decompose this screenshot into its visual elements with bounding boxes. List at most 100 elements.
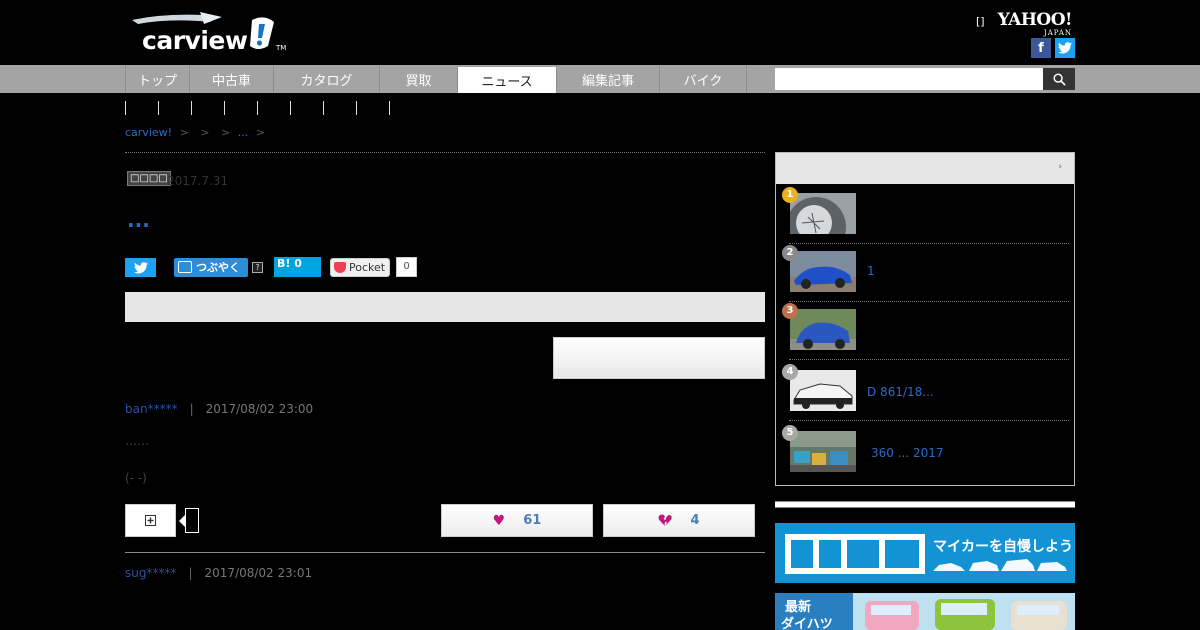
sub-nav-item[interactable] (257, 101, 290, 115)
search-input[interactable] (775, 68, 1043, 90)
yahoo-logo-sub: JAPAN (1043, 29, 1072, 37)
comment-date: 2017/08/02 23:01 (204, 566, 313, 580)
comment-user[interactable]: ban***** (125, 402, 178, 416)
tsubuyaku-button[interactable]: つぶやく (174, 258, 248, 277)
sub-nav-item[interactable] (191, 101, 224, 115)
pocket-button[interactable]: Pocket (330, 258, 390, 277)
nav-tab-kaitori[interactable]: 買取 (379, 65, 457, 93)
comment-text: (- -) (125, 471, 147, 485)
sub-nav-item[interactable] (224, 101, 257, 115)
comment-user[interactable]: sug***** (125, 566, 176, 580)
ranking-thumbnail (790, 251, 856, 292)
minkara-banner[interactable]: マイカーを自慢しよう! (775, 523, 1075, 583)
pocket-count: 0 (396, 257, 417, 277)
nav-tab-editorial[interactable]: 編集記事 (556, 65, 659, 93)
global-nav: トップ 中古車 カタログ 買取 ニュース 編集記事 バイク (125, 65, 747, 93)
nav-tab-top[interactable]: トップ (125, 65, 189, 93)
search-button[interactable] (1043, 68, 1075, 90)
header-bracket: [] (976, 15, 985, 28)
ranking-item[interactable]: 3 (782, 302, 1069, 360)
breadcrumb-sep: > (200, 126, 210, 139)
rank-badge: 1 (782, 187, 798, 203)
logo-text: carview (142, 26, 248, 55)
sub-nav-item[interactable] (356, 101, 389, 115)
heart-icon: ♥ (492, 512, 506, 529)
comment-sep: | (188, 566, 193, 580)
comment-date: 2017/08/02 23:00 (205, 402, 314, 416)
tsubuyaku-help-icon[interactable]: ? (252, 262, 263, 273)
twitter-icon (133, 261, 148, 274)
ranking-more-icon[interactable]: › (1058, 162, 1062, 172)
daihatsu-banner-label: 最新 ダイハツ (775, 593, 853, 630)
comment-sep: | (189, 402, 194, 416)
ranking-thumbnail (790, 193, 856, 234)
breadcrumb-sep: > (221, 126, 231, 139)
rank-badge: 5 (782, 425, 798, 441)
ranking-item[interactable]: 5 360 ... 2017 (782, 424, 1069, 482)
nav-tab-news[interactable]: ニュース (457, 67, 556, 93)
yahoo-logo-text: YAHOO! (997, 10, 1073, 30)
rank-badge: 4 (782, 364, 798, 380)
nav-tab-bike[interactable]: バイク (659, 65, 747, 93)
sub-nav-item[interactable] (323, 101, 356, 115)
sub-nav-item[interactable] (125, 101, 158, 115)
logo-exclamation-icon (250, 17, 274, 49)
tsubuyaku-label: つぶやく (196, 261, 240, 274)
comment-divider (125, 552, 765, 553)
nav-tab-catalog[interactable]: カタログ (273, 65, 379, 93)
daihatsu-cars-icon (865, 599, 1067, 630)
hatena-bookmark-button[interactable]: B! 0 (274, 257, 321, 277)
sub-nav-item (389, 101, 390, 115)
comment-text: …… (125, 434, 149, 448)
ranking-thumbnail (790, 431, 856, 472)
daihatsu-banner-text: ダイハツ (781, 617, 833, 630)
pocket-icon (334, 262, 346, 273)
bad-count: 4 (690, 513, 700, 528)
minkara-banner-text: マイカーを自慢しよう! (933, 539, 1075, 555)
divider (125, 152, 765, 153)
article-date: 2017.7.31 (167, 174, 229, 188)
nav-tab-used-cars[interactable]: 中古車 (189, 65, 273, 93)
tsubuyaku-icon (178, 261, 192, 273)
ranking-item[interactable]: 4 D 861/18... (782, 363, 1069, 421)
facebook-icon[interactable]: f (1031, 38, 1051, 58)
ranking-thumbnail (790, 370, 856, 411)
breadcrumb-current[interactable]: ... (238, 126, 249, 139)
rank-badge: 3 (782, 303, 798, 319)
rank-badge: 2 (782, 245, 798, 261)
hatena-count: 0 (294, 257, 302, 270)
breadcrumb: carview! > > > ... > (125, 126, 269, 139)
yahoo-japan-logo[interactable]: YAHOO! JAPAN (996, 10, 1073, 37)
category-badge[interactable]: □□□□ (127, 171, 171, 186)
pocket-label: Pocket (349, 261, 386, 274)
ranking-header: › (776, 153, 1074, 184)
daihatsu-banner[interactable]: 最新 ダイハツ (775, 593, 1075, 630)
sidebar-divider (775, 501, 1075, 508)
ranking-title: 1 (867, 264, 875, 278)
good-vote-button[interactable]: ♥ 61 (441, 504, 593, 537)
carview-logo[interactable]: carview TM (130, 10, 290, 55)
twitter-icon[interactable] (1055, 38, 1075, 58)
article-title: ... (127, 208, 150, 232)
ranking-title: D 861/18... (867, 385, 934, 399)
ranking-box: › 1 2 1 3 4 D 861/18... 5 360 ... 2017 (775, 152, 1075, 486)
hatena-label: B! (277, 257, 291, 270)
breadcrumb-sep: > (255, 126, 265, 139)
ranking-item[interactable]: 1 (782, 186, 1069, 244)
plus-box-icon (145, 515, 156, 526)
logo-tm: TM (276, 44, 287, 52)
write-comment-button[interactable] (553, 337, 765, 379)
ranking-item[interactable]: 2 1 (782, 244, 1069, 302)
sub-nav-item[interactable] (290, 101, 323, 115)
ranking-thumbnail (790, 309, 856, 350)
sub-nav-item[interactable] (158, 101, 191, 115)
bad-vote-button[interactable]: 4 (603, 504, 755, 537)
comments-header (125, 292, 765, 322)
twitter-share-button[interactable] (125, 258, 156, 277)
expand-replies-button[interactable] (125, 504, 176, 537)
breadcrumb-sep: > (179, 126, 189, 139)
breadcrumb-home[interactable]: carview! (125, 126, 172, 139)
good-count: 61 (523, 513, 542, 528)
reply-count-box (185, 508, 199, 533)
broken-heart-icon (658, 514, 673, 526)
